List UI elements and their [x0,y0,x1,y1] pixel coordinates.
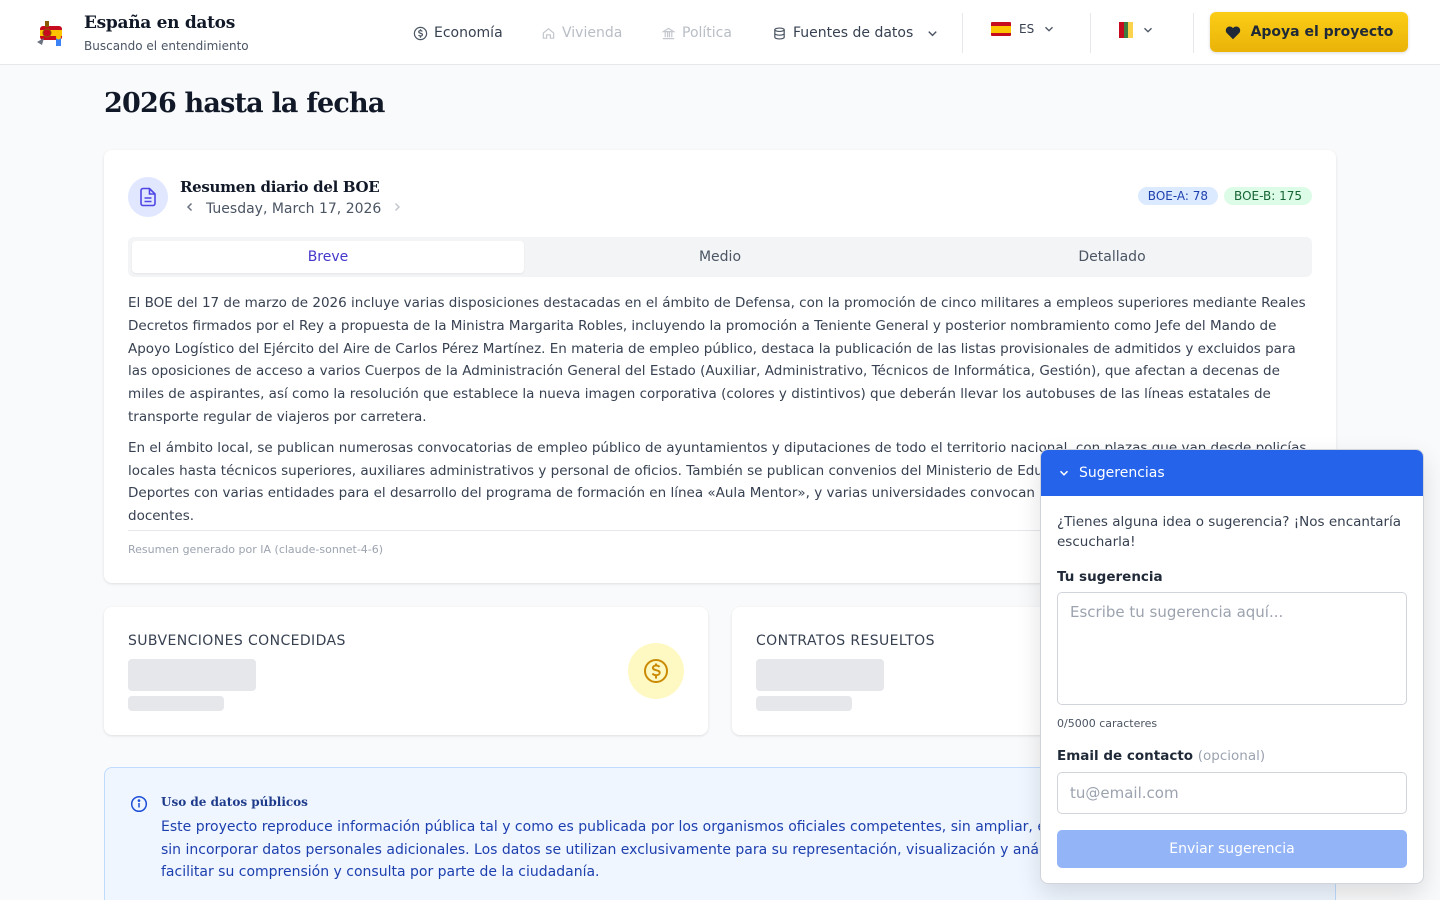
coin-icon [628,643,684,699]
email-field[interactable] [1057,772,1407,814]
brand-subtitle: Buscando el entendimiento [84,39,249,53]
next-day-icon[interactable] [391,201,403,217]
top-navbar: España en datos Buscando el entendimient… [0,0,1440,65]
support-button-label: Apoya el proyecto [1250,24,1394,40]
loading-skeleton [756,659,884,691]
header-divider [1090,13,1091,53]
heart-icon [1225,25,1240,39]
suggestions-widget: Sugerencias ¿Tienes alguna idea o sugere… [1040,449,1424,884]
tab-detallado[interactable]: Detallado [916,241,1308,273]
boe-a-badge: BOE-A: 78 [1137,187,1219,205]
char-counter: 0/5000 caracteres [1057,717,1158,730]
summary-length-tabs: Breve Medio Detallado [128,237,1312,277]
boe-b-badge: BOE-B: 175 [1224,187,1312,205]
nav-fuentes-de-datos[interactable]: Fuentes de datos [772,22,940,44]
subvenciones-label: SUBVENCIONES CONCEDIDAS [128,633,346,649]
contratos-label: CONTRATOS RESUELTOS [756,633,935,649]
theme-flag-icon [1119,22,1134,38]
boe-badges: BOE-A: 78 BOE-B: 175 [1137,187,1312,205]
spain-flag-icon [991,22,1011,36]
support-project-button[interactable]: Apoya el proyecto [1210,12,1408,52]
info-icon [130,795,148,817]
brand-title[interactable]: España en datos [84,13,235,33]
suggestion-label: Tu sugerencia [1057,569,1163,585]
loading-skeleton [756,696,852,711]
language-selector[interactable]: ES [991,22,1056,36]
suggestions-title: Sugerencias [1079,465,1165,481]
notice-title: Uso de datos públicos [161,795,308,809]
email-label: Email de contacto (opcional) [1057,748,1265,764]
nav-vivienda: Vivienda [541,22,622,44]
page-title: 2026 hasta la fecha [104,88,385,119]
header-divider [1193,13,1194,53]
email-label-text: Email de contacto [1057,748,1194,764]
submit-suggestion-button[interactable]: Enviar sugerencia [1057,830,1407,868]
chevron-down-icon [1059,470,1069,476]
nav-politica-label: Política [682,25,732,41]
home-icon [542,27,555,39]
nav-economia[interactable]: Economía [413,22,503,44]
chevron-down-icon [928,30,938,36]
prev-day-icon[interactable] [184,201,196,217]
brand-logo-icon[interactable] [34,16,68,50]
email-optional-text: (opcional) [1197,748,1266,764]
database-icon [774,26,785,40]
language-code: ES [1019,22,1035,36]
current-date: Tuesday, March 17, 2026 [206,201,382,217]
tab-medio[interactable]: Medio [524,241,916,273]
nav-politica: Política [661,22,732,44]
summary-paragraph: El BOE del 17 de marzo de 2026 incluye v… [128,295,1306,425]
suggestion-textarea[interactable] [1057,592,1407,705]
loading-skeleton [128,696,224,711]
date-navigator: Tuesday, March 17, 2026 [184,201,403,217]
nav-fuentes-label: Fuentes de datos [793,25,914,41]
ai-generated-note: Resumen generado por IA (claude-sonnet-4… [128,543,384,556]
tab-breve[interactable]: Breve [132,241,524,273]
landmark-icon [661,27,676,39]
document-icon [128,177,168,217]
dollar-circle-icon [413,26,428,40]
suggestions-toggle[interactable]: Sugerencias [1041,450,1423,496]
loading-skeleton [128,659,256,691]
suggestions-intro: ¿Tienes alguna idea o sugerencia? ¡Nos e… [1057,514,1402,550]
chevron-down-icon [1045,26,1054,32]
nav-economia-label: Economía [434,25,503,41]
nav-vivienda-label: Vivienda [562,25,623,41]
boe-card-title: Resumen diario del BOE [180,178,380,196]
theme-selector[interactable] [1119,22,1155,38]
header-divider [962,13,963,53]
subvenciones-card: SUBVENCIONES CONCEDIDAS [104,607,708,735]
chevron-down-icon [1144,27,1152,33]
